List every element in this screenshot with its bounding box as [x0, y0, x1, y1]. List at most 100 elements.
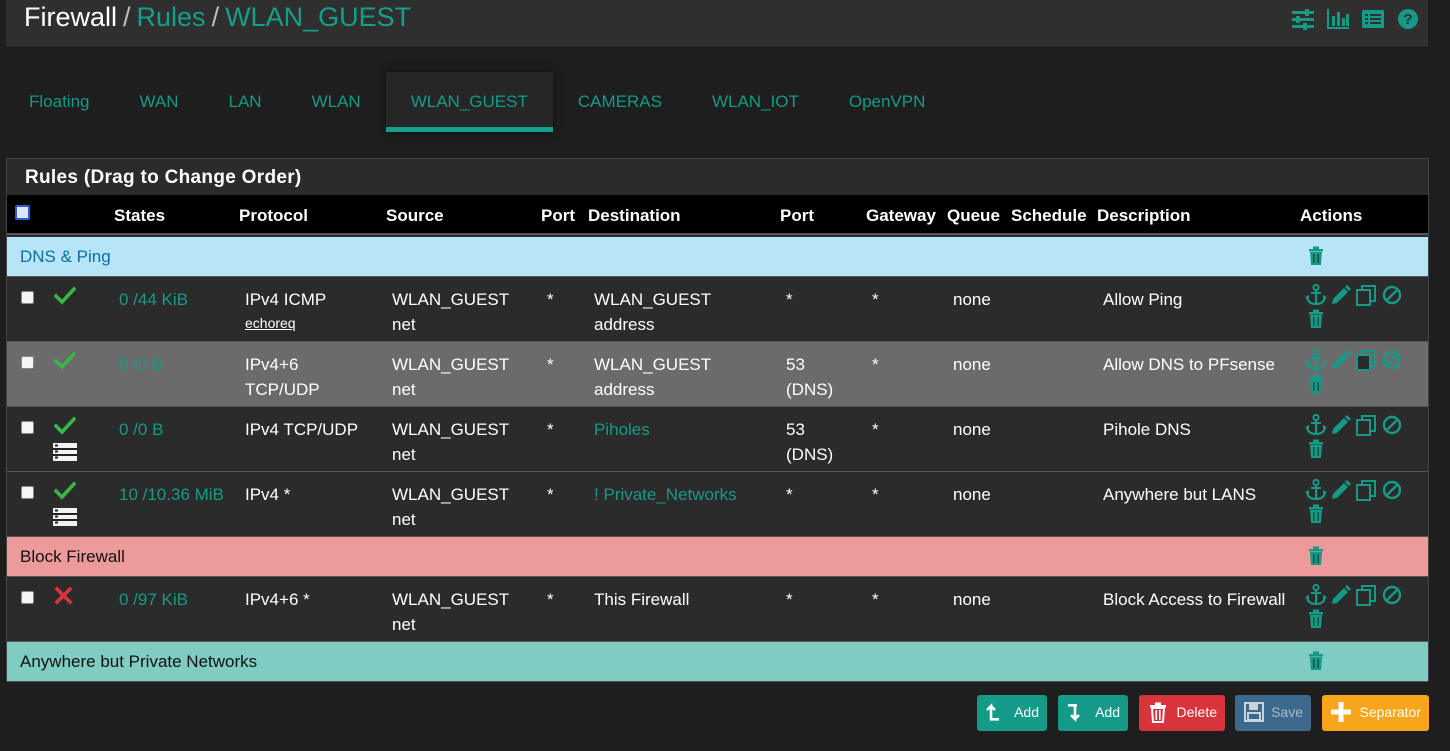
- rule-description: Allow Ping: [1103, 290, 1183, 309]
- delete-separator-trash-icon[interactable]: [1306, 246, 1326, 266]
- copy-icon[interactable]: [1355, 584, 1377, 606]
- rule-destination[interactable]: Piholes: [594, 417, 764, 442]
- select-all-checkbox[interactable]: [15, 205, 30, 220]
- panel-title: Rules (Drag to Change Order): [25, 167, 302, 188]
- rule-source: WLAN_GUEST net: [392, 590, 509, 634]
- disable-ban-icon[interactable]: [1382, 480, 1402, 500]
- delete-separator-trash-icon[interactable]: [1306, 651, 1326, 671]
- disable-ban-icon[interactable]: [1382, 350, 1402, 370]
- rule-protocol: IPv4 TCP/UDP: [245, 417, 375, 442]
- rule-select-checkbox[interactable]: [21, 421, 34, 434]
- edit-pencil-icon[interactable]: [1330, 414, 1352, 436]
- pass-check-icon[interactable]: [54, 480, 76, 500]
- col-destination[interactable]: Destination: [588, 206, 681, 226]
- bottom-button-bar: Add Add Delete Save Separator: [977, 695, 1429, 731]
- breadcrumb-rules-link[interactable]: Rules: [137, 2, 206, 32]
- rules-panel: Rules (Drag to Change Order) States Prot…: [6, 158, 1429, 682]
- delete-button[interactable]: Delete: [1139, 695, 1225, 731]
- copy-icon[interactable]: [1355, 479, 1377, 501]
- breadcrumb-separator: /: [211, 2, 220, 32]
- rule-dest-port: 53 (DNS): [786, 420, 834, 464]
- move-anchor-icon[interactable]: [1305, 414, 1327, 436]
- delete-trash-icon[interactable]: [1306, 609, 1326, 629]
- edit-pencil-icon[interactable]: [1330, 349, 1352, 371]
- col-states[interactable]: States: [114, 206, 165, 226]
- tab-wlan[interactable]: WLAN: [287, 72, 386, 132]
- bar-chart-icon[interactable]: [1326, 8, 1350, 30]
- move-anchor-icon[interactable]: [1305, 584, 1327, 606]
- pass-check-icon[interactable]: [54, 415, 76, 435]
- col-protocol[interactable]: Protocol: [239, 206, 308, 226]
- separator-button[interactable]: Separator: [1322, 695, 1429, 731]
- separator-row[interactable]: Anywhere but Private Networks: [7, 642, 1428, 682]
- tab-lan[interactable]: LAN: [204, 72, 287, 132]
- breadcrumb-current[interactable]: WLAN_GUEST: [225, 2, 411, 32]
- rule-queue: none: [953, 290, 991, 309]
- move-anchor-icon[interactable]: [1305, 284, 1327, 306]
- col-description[interactable]: Description: [1097, 206, 1191, 226]
- rule-states[interactable]: 10 /10.36 MiB: [119, 482, 229, 507]
- rule-select-checkbox[interactable]: [21, 356, 34, 369]
- col-schedule[interactable]: Schedule: [1011, 206, 1087, 226]
- col-queue[interactable]: Queue: [947, 206, 1000, 226]
- rule-icmp-type-link[interactable]: echoreq: [245, 312, 375, 334]
- rule-states[interactable]: 0 /0 B: [119, 352, 229, 377]
- edit-pencil-icon[interactable]: [1330, 479, 1352, 501]
- copy-icon[interactable]: [1355, 349, 1377, 371]
- rule-states[interactable]: 0 /97 KiB: [119, 587, 229, 612]
- tab-cameras[interactable]: CAMERAS: [553, 72, 687, 132]
- help-icon[interactable]: ?: [1396, 8, 1420, 30]
- tab-wlan-guest[interactable]: WLAN_GUEST: [385, 72, 554, 132]
- rule-row[interactable]: 0 /0 B IPv4+6 TCP/UDP WLAN_GUEST net * WLAN_…: [7, 342, 1428, 407]
- col-gateway[interactable]: Gateway: [866, 206, 936, 226]
- breadcrumb: Firewall / Rules / WLAN_GUEST: [24, 2, 411, 33]
- copy-icon[interactable]: [1355, 284, 1377, 306]
- rule-row[interactable]: 0 /97 KiB IPv4+6 * WLAN_GUEST net * This Fir…: [7, 577, 1428, 642]
- save-button[interactable]: Save: [1235, 695, 1311, 731]
- edit-pencil-icon[interactable]: [1330, 284, 1352, 306]
- delete-trash-icon[interactable]: [1306, 439, 1326, 459]
- disable-ban-icon[interactable]: [1382, 285, 1402, 305]
- rule-select-checkbox[interactable]: [21, 291, 34, 304]
- move-anchor-icon[interactable]: [1305, 349, 1327, 371]
- edit-pencil-icon[interactable]: [1330, 584, 1352, 606]
- separator-row[interactable]: Block Firewall: [7, 537, 1428, 577]
- col-source-port[interactable]: Port: [541, 206, 575, 226]
- rule-select-checkbox[interactable]: [21, 591, 34, 604]
- disable-ban-icon[interactable]: [1382, 415, 1402, 435]
- delete-trash-icon[interactable]: [1306, 309, 1326, 329]
- delete-trash-icon[interactable]: [1306, 504, 1326, 524]
- pass-check-icon[interactable]: [54, 350, 76, 370]
- pass-check-icon[interactable]: [54, 285, 76, 305]
- disable-ban-icon[interactable]: [1382, 585, 1402, 605]
- rule-states[interactable]: 0 /44 KiB: [119, 287, 229, 312]
- separator-row[interactable]: DNS & Ping: [7, 237, 1428, 277]
- save-icon: [1244, 702, 1264, 722]
- rule-select-checkbox[interactable]: [21, 486, 34, 499]
- rule-protocol: IPv4+6 *: [245, 587, 375, 612]
- tab-openvpn[interactable]: OpenVPN: [824, 72, 951, 132]
- sliders-icon[interactable]: [1291, 8, 1315, 30]
- tab-floating[interactable]: Floating: [4, 72, 114, 132]
- rule-row[interactable]: 0 /44 KiB IPv4 ICMP echoreq WLAN_GUEST net *…: [7, 277, 1428, 342]
- col-source[interactable]: Source: [386, 206, 444, 226]
- separator-label: Anywhere but Private Networks: [20, 652, 258, 671]
- col-dest-port[interactable]: Port: [780, 206, 814, 226]
- block-cross-icon[interactable]: [54, 586, 74, 606]
- add-top-button[interactable]: Add: [977, 695, 1047, 731]
- rule-states[interactable]: 0 /0 B: [119, 417, 229, 442]
- add-bottom-button[interactable]: Add: [1058, 695, 1128, 731]
- tab-wlan-iot[interactable]: WLAN_IOT: [687, 72, 824, 132]
- tab-wan[interactable]: WAN: [114, 72, 203, 132]
- rule-row[interactable]: 10 /10.36 MiB IPv4 * WLAN_GUEST net * ! Priv…: [7, 472, 1428, 537]
- list-icon[interactable]: [1361, 8, 1385, 30]
- rule-dest-port: 53 (DNS): [786, 355, 834, 399]
- rule-destination[interactable]: ! Private_Networks: [594, 482, 764, 507]
- rule-destination: This Firewall: [594, 590, 690, 609]
- rule-row[interactable]: 0 /0 B IPv4 TCP/UDP WLAN_GUEST net * Piholes…: [7, 407, 1428, 472]
- move-anchor-icon[interactable]: [1305, 479, 1327, 501]
- rule-protocol: IPv4 ICMP echoreq: [245, 287, 375, 334]
- copy-icon[interactable]: [1355, 414, 1377, 436]
- delete-separator-trash-icon[interactable]: [1306, 546, 1326, 566]
- delete-trash-icon[interactable]: [1306, 374, 1326, 394]
